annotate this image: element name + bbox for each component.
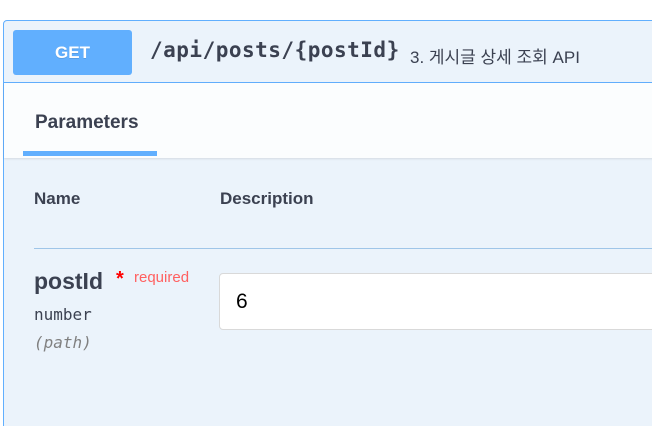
required-label: required [134,269,190,286]
parameter-name: postId [34,268,103,294]
postid-input[interactable] [219,273,652,330]
required-asterisk: * [116,268,124,290]
page: GET /api/posts/{postId} 3. 게시글 상세 조회 API… [0,0,652,426]
table-header-divider [34,248,652,249]
column-header-description: Description [220,189,314,208]
tab-header: Parameters [4,83,652,158]
operation-summary[interactable]: GET /api/posts/{postId} 3. 게시글 상세 조회 API [4,21,652,83]
parameter-location: (path) [34,333,92,352]
tab-parameters[interactable]: Parameters [35,112,139,134]
active-tab-indicator [23,151,157,156]
endpoint-path: /api/posts/{postId} [150,38,400,62]
operation-description: 3. 게시글 상세 조회 API [410,48,580,67]
http-method-badge: GET [13,30,132,75]
operation-block-get: GET /api/posts/{postId} 3. 게시글 상세 조회 API… [3,20,652,426]
parameter-type: number [34,305,92,324]
column-header-name: Name [34,189,81,208]
